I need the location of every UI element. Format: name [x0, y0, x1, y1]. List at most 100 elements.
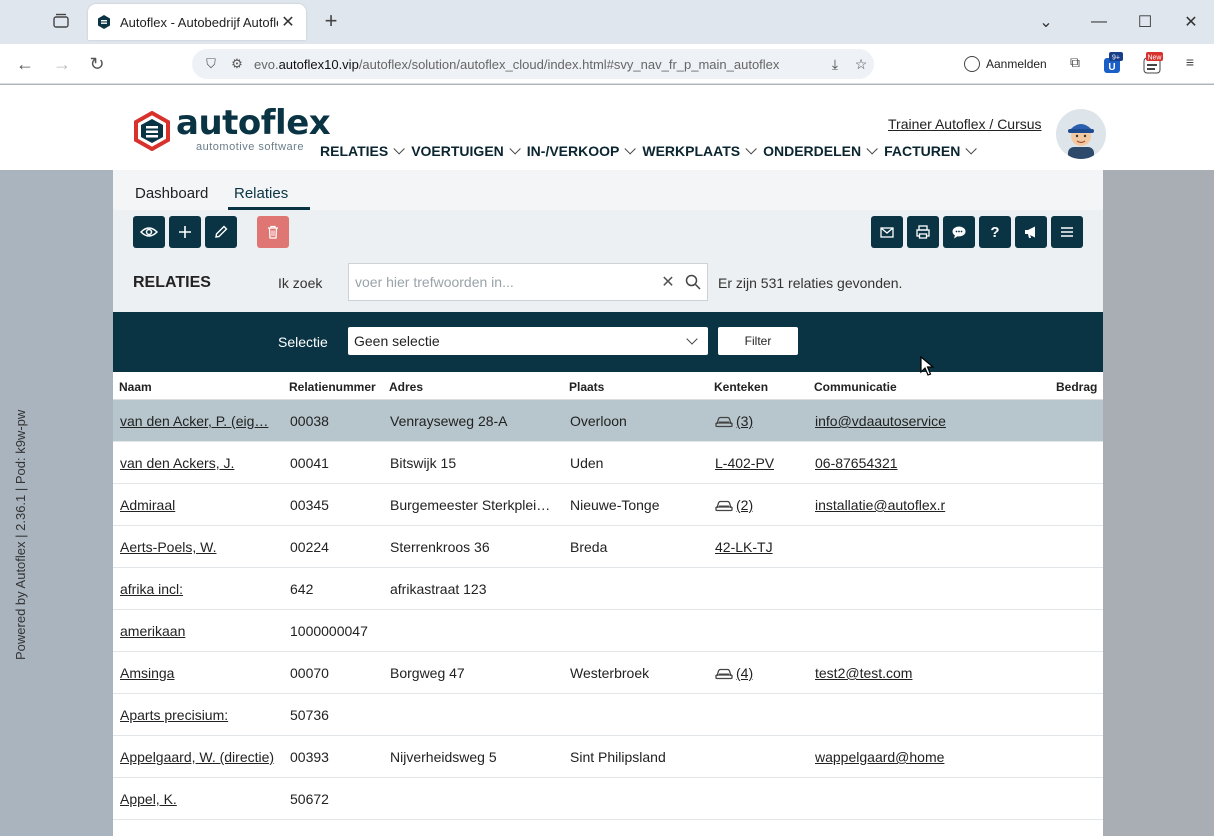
- edit-button[interactable]: [205, 216, 237, 248]
- table-row[interactable]: Appelgaard, W. (directie) 00393 Nijverheid…: [113, 736, 1103, 778]
- url-text[interactable]: evo.autoflex10.vip/autoflex/solution/aut…: [254, 57, 822, 72]
- reload-icon[interactable]: ↻: [87, 54, 107, 74]
- cell-kenteken[interactable]: (3): [715, 413, 753, 429]
- cell-communicatie[interactable]: installatie@autoflex.r: [815, 497, 950, 513]
- kenteken-link[interactable]: L-402-PV: [715, 455, 774, 471]
- col-relatienummer[interactable]: Relatienummer: [289, 380, 376, 394]
- col-communicatie[interactable]: Communicatie: [814, 380, 897, 394]
- more-menu-button[interactable]: [1051, 216, 1083, 248]
- cell-kenteken[interactable]: 42-LK-TJ: [715, 539, 773, 555]
- col-naam[interactable]: Naam: [119, 380, 152, 394]
- autoflex-logo[interactable]: autoflex automotive software: [132, 103, 331, 157]
- chevron-down-icon: [866, 143, 878, 155]
- address-bar[interactable]: ⛉ ⚙ evo.autoflex10.vip/autoflex/solution…: [192, 49, 874, 79]
- table-row[interactable]: Admiraal 00345 Burgemeester Sterkplei… Nieu…: [113, 484, 1103, 526]
- cell-adres: Venrayseweg 28-A: [390, 413, 508, 429]
- cell-naam[interactable]: Appel, K.: [120, 791, 280, 807]
- cell-communicatie[interactable]: wappelgaard@home: [815, 749, 950, 765]
- nav-in-verkoop[interactable]: IN-/VERKOOP: [527, 143, 637, 159]
- cell-naam[interactable]: van den Acker, P. (eig…: [120, 413, 280, 429]
- tab-close-icon[interactable]: ✕: [278, 12, 298, 32]
- view-button[interactable]: [133, 216, 165, 248]
- cell-naam[interactable]: Aparts precisium:: [120, 707, 280, 723]
- cell-kenteken[interactable]: (2): [715, 497, 753, 513]
- avatar[interactable]: [1056, 109, 1106, 159]
- bookmark-star-icon[interactable]: ☆: [848, 56, 874, 73]
- news-extension-icon[interactable]: New: [1143, 52, 1163, 74]
- mail-button[interactable]: [871, 216, 903, 248]
- cell-naam[interactable]: van den Ackers, J.: [120, 455, 280, 471]
- kenteken-link[interactable]: 42-LK-TJ: [715, 539, 773, 555]
- kenteken-link[interactable]: (2): [736, 497, 753, 513]
- maximize-icon[interactable]: ☐: [1122, 0, 1168, 44]
- col-plaats[interactable]: Plaats: [569, 380, 604, 394]
- table-row[interactable]: van den Ackers, J. 00041 Bitswijk 15 Uden L-…: [113, 442, 1103, 484]
- user-link[interactable]: Trainer Autoflex / Cursus: [888, 116, 1042, 132]
- cell-plaats: Breda: [570, 539, 608, 555]
- shield-icon[interactable]: ⛉: [202, 55, 220, 73]
- forward-icon[interactable]: →: [52, 54, 72, 74]
- selectie-dropdown[interactable]: Geen selectie: [348, 327, 708, 355]
- install-app-icon[interactable]: ⤓: [822, 56, 848, 73]
- cell-communicatie[interactable]: info@vdaautoservice: [815, 413, 950, 429]
- table-row[interactable]: Aerts-Poels, W. 00224 Sterrenkroos 36 Breda…: [113, 526, 1103, 568]
- help-button[interactable]: ?: [979, 216, 1011, 248]
- sub-tabs: Dashboard Relaties: [113, 170, 1103, 210]
- minimize-icon[interactable]: —: [1076, 0, 1122, 44]
- chat-button[interactable]: [943, 216, 975, 248]
- cell-communicatie[interactable]: 06-87654321: [815, 455, 950, 471]
- search-icon[interactable]: [679, 274, 707, 290]
- cell-naam[interactable]: Admiraal: [120, 497, 280, 513]
- search-input[interactable]: [355, 274, 657, 290]
- cell-kenteken[interactable]: (4): [715, 665, 753, 681]
- filter-button[interactable]: Filter: [718, 327, 798, 355]
- add-button[interactable]: [169, 216, 201, 248]
- cell-naam[interactable]: amerikaan: [120, 623, 280, 639]
- table-row[interactable]: amerikaan 1000000047: [113, 610, 1103, 652]
- nav-facturen[interactable]: FACTUREN: [884, 143, 978, 159]
- table-row[interactable]: afrika incl: 642 afrikastraat 123: [113, 568, 1103, 610]
- nav-onderdelen[interactable]: ONDERDELEN: [763, 143, 878, 159]
- delete-button[interactable]: [257, 216, 289, 248]
- cell-relatienummer: 1000000047: [290, 623, 368, 639]
- window-close-icon[interactable]: ✕: [1168, 0, 1214, 44]
- cell-communicatie[interactable]: test2@test.com: [815, 665, 950, 681]
- kenteken-link[interactable]: (4): [736, 665, 753, 681]
- signin-button[interactable]: Aanmelden: [954, 49, 1057, 79]
- eye-icon: [140, 227, 158, 237]
- site-settings-icon[interactable]: ⚙: [228, 55, 246, 73]
- col-kenteken[interactable]: Kenteken: [714, 380, 768, 394]
- tab-dashboard[interactable]: Dashboard: [135, 185, 208, 202]
- table-row[interactable]: Appel, K. 50672: [113, 778, 1103, 820]
- new-tab-icon[interactable]: +: [320, 10, 342, 32]
- cell-naam[interactable]: Amsinga: [120, 665, 280, 681]
- nav-relaties[interactable]: RELATIES: [320, 143, 405, 159]
- print-button[interactable]: [907, 216, 939, 248]
- announcement-button[interactable]: [1015, 216, 1047, 248]
- table-row[interactable]: Amsinga 00070 Borgweg 47 Westerbroek (4) test…: [113, 652, 1103, 694]
- back-icon[interactable]: ←: [15, 54, 35, 74]
- nav-werkplaats[interactable]: WERKPLAATS: [642, 143, 757, 159]
- table-row[interactable]: van den Acker, P. (eig… 00038 Venrayseweg …: [113, 400, 1103, 442]
- selectie-label: Selectie: [278, 334, 328, 350]
- menu-icon[interactable]: ≡: [1180, 54, 1200, 74]
- nav-voertuigen[interactable]: VOERTUIGEN: [411, 143, 521, 159]
- chevron-down-icon: [686, 333, 698, 345]
- cell-naam[interactable]: Aerts-Poels, W.: [120, 539, 280, 555]
- cell-naam[interactable]: Appelgaard, W. (directie): [120, 749, 280, 765]
- tab-relaties[interactable]: Relaties: [234, 185, 288, 202]
- cell-naam[interactable]: afrika incl:: [120, 581, 280, 597]
- clear-search-icon[interactable]: ✕: [657, 272, 679, 292]
- tab-list-icon[interactable]: [52, 12, 70, 30]
- browser-tab[interactable]: Autoflex - Autobedrijf Autoflex ✕: [88, 4, 306, 40]
- cell-relatienummer: 50736: [290, 707, 329, 723]
- extensions-icon[interactable]: ⧉: [1065, 54, 1085, 74]
- table-row[interactable]: Aparts precisium: 50736: [113, 694, 1103, 736]
- col-bedrag[interactable]: Bedrag: [1056, 380, 1097, 394]
- kenteken-link[interactable]: (3): [736, 413, 753, 429]
- tab-dropdown-icon[interactable]: ⌄: [1016, 0, 1076, 44]
- cell-kenteken[interactable]: L-402-PV: [715, 455, 774, 471]
- cell-relatienummer: 50672: [290, 791, 329, 807]
- col-adres[interactable]: Adres: [389, 380, 423, 394]
- shield-extension-icon[interactable]: U 9+: [1103, 52, 1123, 74]
